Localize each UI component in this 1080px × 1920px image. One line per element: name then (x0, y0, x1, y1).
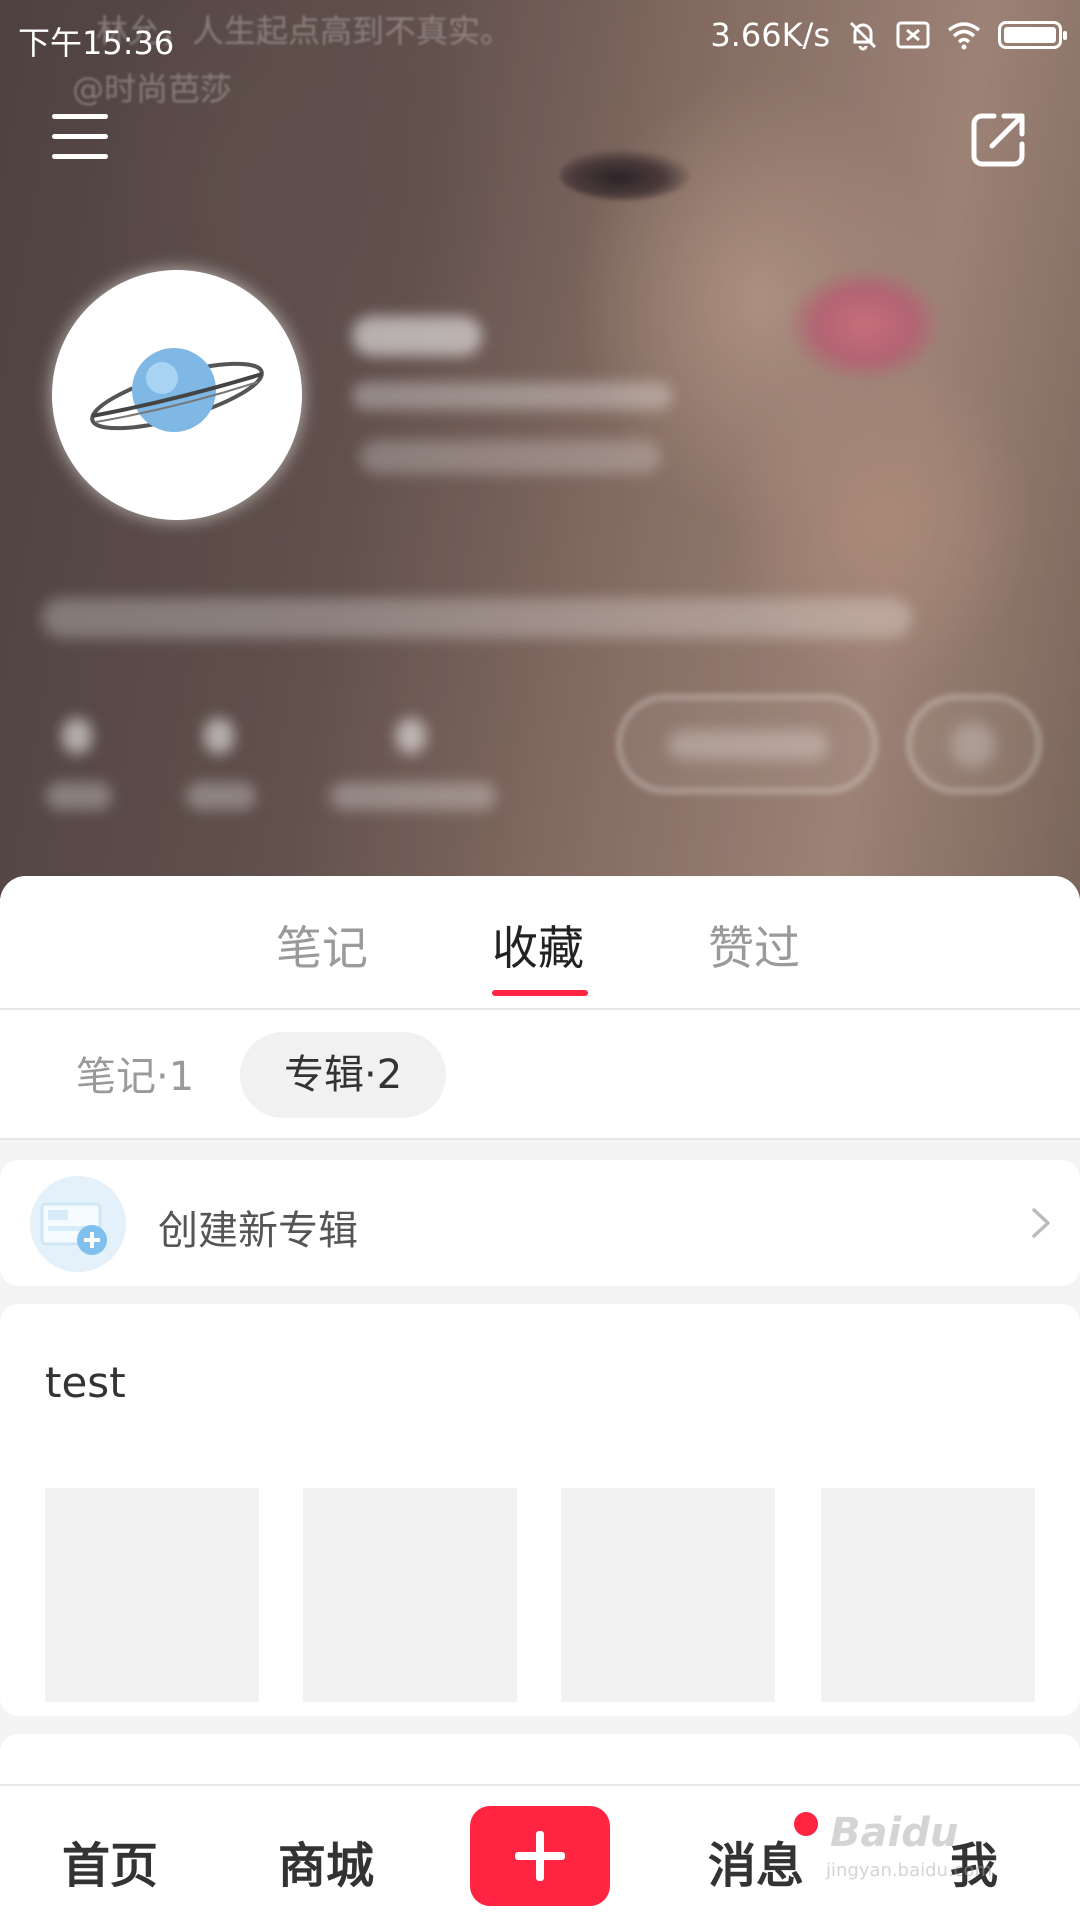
fans-label-blurred (186, 782, 256, 810)
follow-label-blurred (46, 782, 112, 810)
album-thumbnail[interactable] (45, 1488, 259, 1702)
nav-messages[interactable]: 消息 (708, 1826, 804, 1896)
settings-icon (950, 722, 996, 768)
profile-header: 林允，人生起点高到不真实。 @时尚芭莎 下午15:36 3.66K/s (0, 0, 1080, 900)
chevron-right-icon (1032, 1208, 1050, 1238)
create-album-label: 创建新专辑 (158, 1208, 358, 1254)
watermark-url: jingyan.baidu.com (826, 1860, 993, 1881)
sim-icon (896, 21, 930, 49)
tab-notes[interactable]: 笔记 (276, 912, 368, 978)
nav-mall[interactable]: 商城 (278, 1826, 374, 1896)
watermark-logo: Baidu (830, 1810, 959, 1856)
follow-count-blurred (62, 718, 92, 754)
active-tab-indicator (492, 990, 588, 996)
level-badge-blurred (360, 440, 660, 474)
avatar[interactable] (52, 270, 302, 520)
tab-collections[interactable]: 收藏 (492, 912, 584, 978)
notification-dot (794, 1812, 818, 1836)
mute-bell-icon (849, 21, 877, 51)
bottom-nav: 首页 商城 消息 我 Baidu jingyan.baidu.com (0, 1784, 1080, 1920)
fans-count-blurred (204, 718, 234, 754)
nav-home[interactable]: 首页 (62, 1826, 158, 1896)
add-post-button[interactable] (470, 1806, 610, 1906)
album-title: test (45, 1358, 126, 1407)
wifi-icon (947, 22, 981, 50)
content-card: 笔记 收藏 赞过 笔记·1 专辑·2 创建新专辑 test (0, 876, 1080, 1920)
album-thumbnail[interactable] (561, 1488, 775, 1702)
album-add-icon (30, 1176, 126, 1272)
network-speed: 3.66K/s (710, 16, 830, 54)
likes-label-blurred (330, 782, 496, 810)
edit-profile-label-blurred (668, 730, 828, 760)
status-time: 下午15:36 (18, 24, 175, 62)
likes-count-blurred (396, 718, 426, 754)
status-bar: 下午15:36 3.66K/s (0, 0, 1080, 74)
sub-tabs: 笔记·1 专辑·2 (0, 1010, 1080, 1140)
bio-blurred (42, 598, 912, 638)
planet-icon (90, 348, 264, 432)
background-photo-detail (790, 270, 940, 380)
tab-liked[interactable]: 赞过 (708, 912, 800, 978)
subtab-albums[interactable]: 专辑·2 (240, 1032, 447, 1118)
album-thumbnail[interactable] (821, 1488, 1035, 1702)
background-photo (560, 150, 690, 200)
share-icon[interactable] (970, 110, 1028, 168)
album-card[interactable]: test (0, 1304, 1080, 1716)
battery-icon (998, 21, 1067, 49)
main-tabs: 笔记 收藏 赞过 (0, 876, 1080, 1010)
user-id-blurred (352, 382, 672, 410)
menu-icon[interactable] (52, 114, 108, 162)
album-thumbnail[interactable] (303, 1488, 517, 1702)
create-album-row[interactable]: 创建新专辑 (0, 1160, 1080, 1286)
username-blurred (352, 316, 482, 356)
subtab-notes[interactable]: 笔记·1 (76, 1044, 194, 1102)
